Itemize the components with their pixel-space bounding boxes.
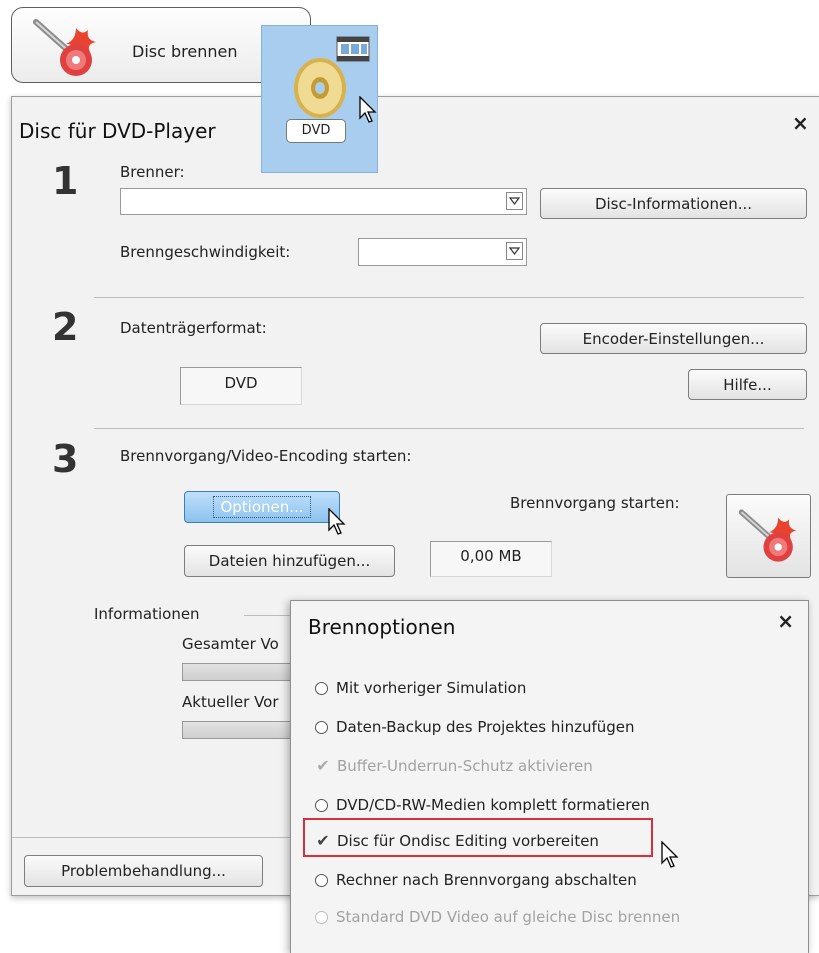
- option-data-backup[interactable]: Daten-Backup des Projektes hinzufügen: [315, 718, 635, 736]
- dialog-title: Disc für DVD-Player: [19, 119, 216, 143]
- step-number-3: 3: [52, 437, 79, 481]
- burner-label: Brenner:: [120, 163, 185, 181]
- total-progress-label: Gesamter Vo: [182, 635, 279, 653]
- option-buffer-underrun: ✔ Buffer-Underrun-Schutz aktivieren: [315, 756, 593, 775]
- total-size-value: 0,00 MB: [430, 541, 552, 577]
- help-button[interactable]: Hilfe...: [688, 369, 807, 400]
- burn-disc-icon: [33, 19, 96, 76]
- mouse-pointer-icon: [328, 508, 346, 535]
- film-strip-icon: [336, 36, 370, 62]
- burn-disc-icon: [738, 509, 796, 562]
- option-label: Standard DVD Video auf gleiche Disc bren…: [336, 908, 681, 926]
- radio-icon[interactable]: [315, 798, 328, 812]
- option-simulation[interactable]: Mit vorheriger Simulation: [315, 679, 526, 697]
- step-number-1: 1: [52, 159, 79, 203]
- checkmark-icon[interactable]: ✔: [315, 831, 331, 850]
- options-button-label: Optionen...: [213, 496, 311, 518]
- radio-icon[interactable]: [315, 681, 328, 695]
- option-label: Buffer-Underrun-Schutz aktivieren: [337, 756, 593, 775]
- option-label: Disc für Ondisc Editing vorbereiten: [337, 831, 599, 850]
- start-burn-button[interactable]: [726, 494, 811, 578]
- burn-options-title: Brennoptionen: [308, 615, 456, 639]
- radio-icon[interactable]: [315, 873, 328, 887]
- current-progress-bar: [182, 721, 302, 739]
- close-icon[interactable]: ×: [777, 609, 794, 633]
- add-files-button[interactable]: Dateien hinzufügen...: [184, 545, 395, 577]
- section-divider: [94, 297, 804, 298]
- troubleshoot-button[interactable]: Problembehandlung...: [24, 855, 263, 887]
- close-icon[interactable]: ×: [792, 111, 809, 135]
- option-label: Mit vorheriger Simulation: [336, 679, 527, 697]
- encoder-settings-button[interactable]: Encoder-Einstellungen...: [540, 323, 807, 354]
- total-progress-bar: [182, 663, 302, 681]
- mouse-pointer-icon: [661, 841, 679, 868]
- option-standard-dvd-video: Standard DVD Video auf gleiche Disc bren…: [315, 908, 680, 926]
- step-number-2: 2: [52, 305, 79, 349]
- burner-select[interactable]: [120, 188, 527, 215]
- current-progress-label: Aktueller Vor: [182, 693, 279, 711]
- radio-icon: [315, 910, 328, 924]
- burn-encoding-heading: Brennvorgang/Video-Encoding starten:: [120, 447, 412, 465]
- option-ondisc-editing[interactable]: ✔ Disc für Ondisc Editing vorbereiten: [315, 831, 599, 850]
- chevron-down-icon[interactable]: [506, 242, 523, 260]
- footer-divider: [12, 837, 302, 838]
- start-burn-label: Brennvorgang starten:: [510, 494, 680, 512]
- mouse-pointer-icon: [359, 96, 377, 123]
- burn-options-dialog: Brennoptionen × Mit vorheriger Simulatio…: [290, 600, 809, 953]
- radio-icon[interactable]: [315, 720, 328, 734]
- dvd-tile-label: DVD: [286, 119, 346, 143]
- option-label: Daten-Backup des Projektes hinzufügen: [336, 718, 635, 736]
- chevron-down-icon[interactable]: [506, 192, 523, 210]
- disc-format-value: DVD: [180, 367, 302, 405]
- burn-speed-select[interactable]: [358, 238, 527, 266]
- option-label: Rechner nach Brennvorgang abschalten: [336, 871, 637, 889]
- option-full-format[interactable]: DVD/CD-RW-Medien komplett formatieren: [315, 796, 650, 814]
- option-shutdown[interactable]: Rechner nach Brennvorgang abschalten: [315, 871, 637, 889]
- checkmark-icon: ✔: [316, 756, 330, 775]
- burn-speed-label: Brenngeschwindigkeit:: [120, 243, 291, 261]
- option-label: DVD/CD-RW-Medien komplett formatieren: [336, 796, 650, 814]
- info-heading: Informationen: [94, 605, 200, 623]
- disc-info-button[interactable]: Disc-Informationen...: [540, 188, 807, 219]
- disc-format-label: Datenträgerformat:: [120, 319, 267, 337]
- options-button[interactable]: Optionen...: [184, 491, 340, 523]
- section-divider: [94, 428, 804, 429]
- burn-disc-label: Disc brennen: [132, 42, 238, 61]
